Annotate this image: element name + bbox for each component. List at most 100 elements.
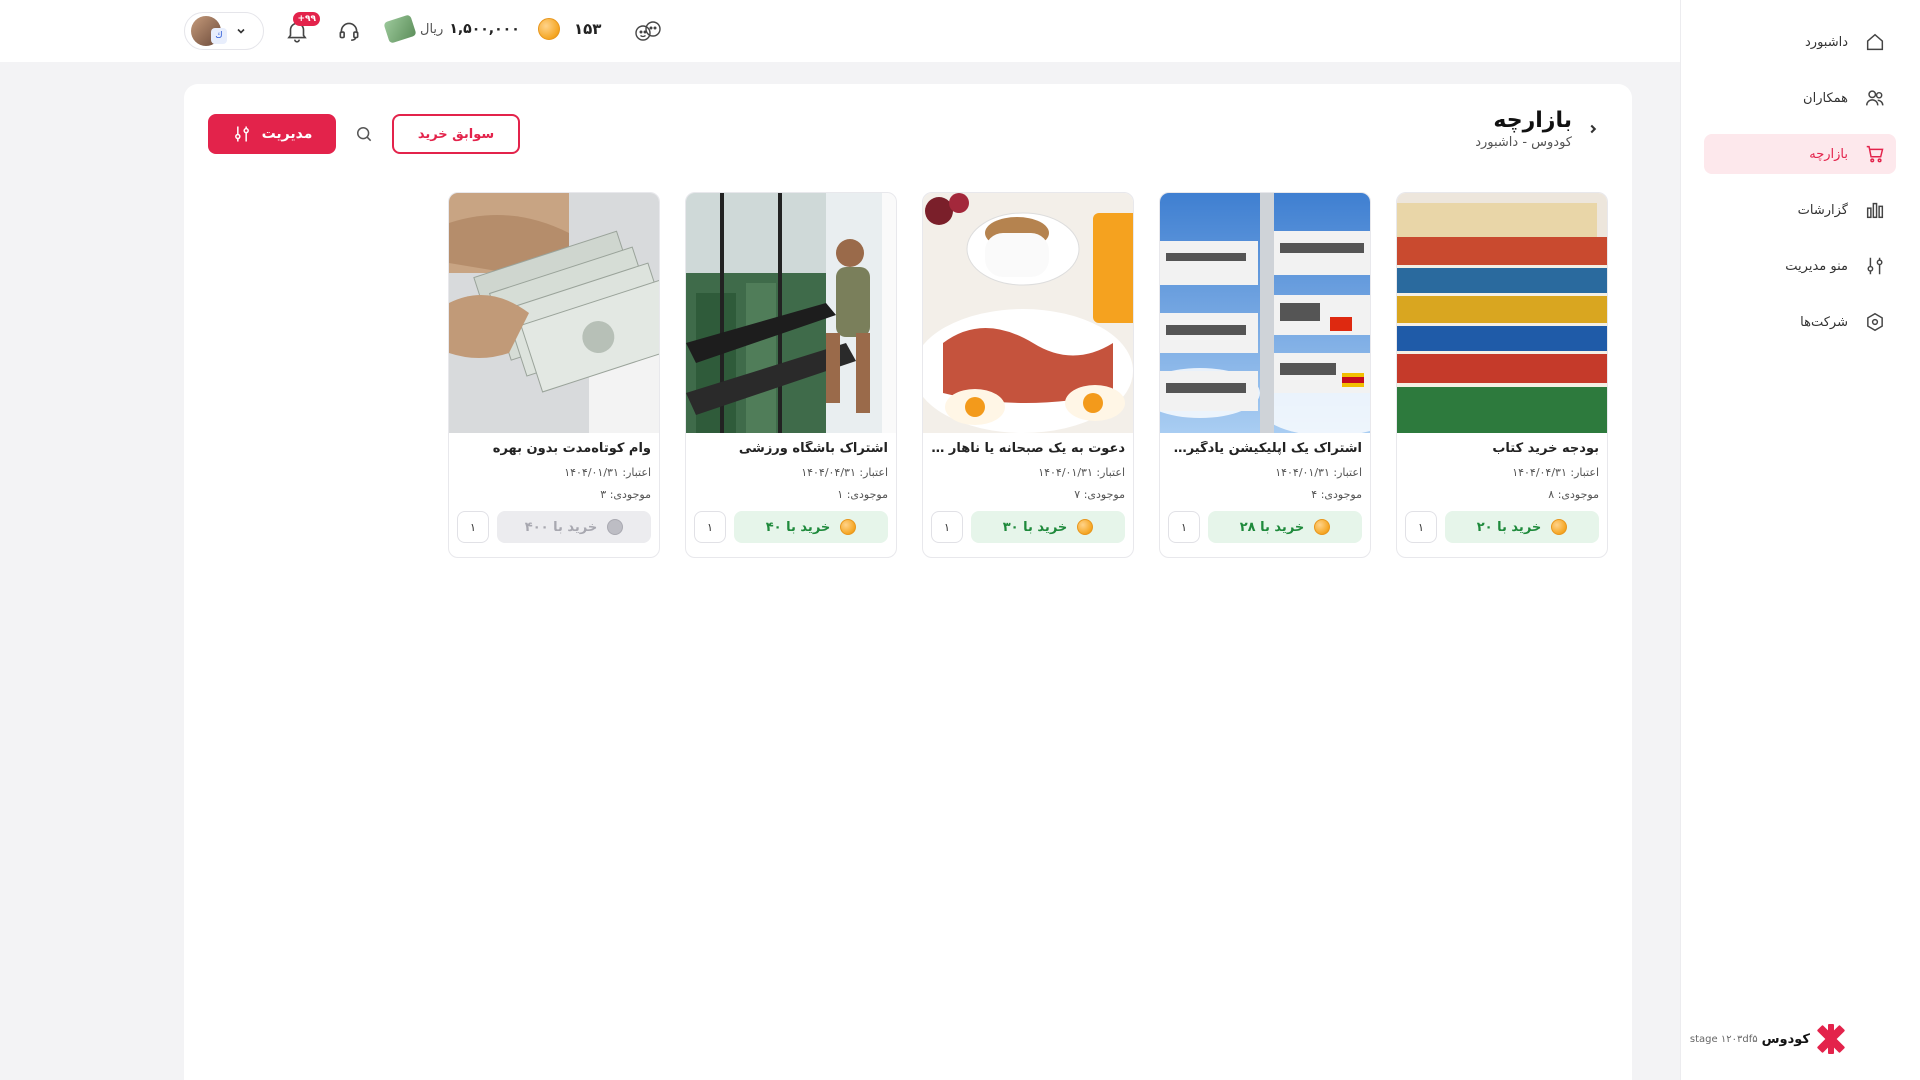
product-validity: اعتبار: ۱۴۰۴/۰۱/۳۱ [1275,466,1362,479]
product-image-language-signpost [1160,193,1370,433]
avatar: ك [191,16,227,46]
sidebar-item-label: داشبورد [1805,34,1848,50]
page-header: بازارچه کودوس - داشبورد [1475,108,1600,150]
quantity-selector[interactable]: ۱ [457,511,489,543]
notifications-button[interactable]: +۹۹ [284,12,320,44]
product-info: اشتراک باشگاه ورزشی اعتبار: ۱۴۰۴/۰۴/۳۱ م… [686,433,896,501]
topbar: ك +۹۹ ریال ۱,۵۰۰,۰۰۰ ۱۵۳ [0,0,1680,62]
product-stock: موجودی: ۸ [1548,488,1599,501]
chevron-down-icon [237,28,245,34]
product-footer: خرید با ۲۸ ۱ [1160,503,1370,551]
product-name: اشتراک یک اپلیکیشن یادگیری زبان [1168,441,1362,456]
hexagon-icon [1867,312,1883,332]
sidebar-item-label: همکاران [1803,90,1848,106]
brand-name: کودوس [1761,1031,1810,1047]
sidebar-item-label: منو مدیریت [1785,258,1848,274]
wallet-unit: ریال [420,21,444,37]
profile-menu[interactable]: ك [184,12,264,50]
home-icon [1866,33,1884,51]
buy-button-label: خرید با ۲۸ [1239,519,1305,535]
buy-button[interactable]: خرید با ۲۰ [1445,511,1599,543]
search-icon[interactable] [354,124,374,144]
product-image-gym-treadmill [686,193,896,433]
mood-button[interactable] [634,18,661,44]
coin-icon [1077,519,1094,535]
product-validity: اعتبار: ۱۴۰۴/۰۱/۳۱ [1038,466,1125,479]
sliders-icon [1867,257,1883,275]
product-stock: موجودی: ۱ [837,488,888,501]
headset-icon [339,22,359,42]
notification-count-badge: +۹۹ [293,12,320,26]
product-footer: خرید با ۲۰ ۱ [1397,503,1607,551]
product-footer: خرید با ۳۰ ۱ [923,503,1133,551]
product-validity: اعتبار: ۱۴۰۴/۰۴/۳۱ [1512,466,1599,479]
buy-button[interactable]: خرید با ۴۰ [734,511,888,543]
sidebar-item-label: بازارچه [1809,146,1848,162]
cart-icon [1866,145,1884,163]
sidebar-item-marketplace[interactable]: بازارچه [1704,134,1896,174]
purchase-history-button[interactable]: سوابق خرید [392,114,520,154]
buy-button-label: خرید با ۴۰۰ [524,519,598,535]
product-card[interactable]: دعوت به یک صبحانه یا ناهار کاری اعتبار: … [922,192,1134,558]
product-name: اشتراک باشگاه ورزشی [738,441,888,456]
product-footer: خرید با ۴۰ ۱ [686,503,896,551]
brand-environment: stage ۱۲۰۳df۵ [1689,1033,1758,1045]
product-name: دعوت به یک صبحانه یا ناهار کاری [931,441,1125,456]
buy-button-label: خرید با ۳۰ [1002,519,1068,535]
manage-button[interactable]: مدیریت [208,114,336,154]
wallet-amount: ۱,۵۰۰,۰۰۰ [449,21,520,37]
product-image-cash-money [449,193,659,433]
product-info: دعوت به یک صبحانه یا ناهار کاری اعتبار: … [923,433,1133,501]
quantity-selector[interactable]: ۱ [694,511,726,543]
chevron-right-icon[interactable] [1586,122,1600,136]
coin-icon [538,18,560,40]
product-name: وام کوتاه‌مدت بدون بهره [492,441,651,456]
quantity-selector[interactable]: ۱ [1405,511,1437,543]
product-footer: خرید با ۴۰۰ ۱ [449,503,659,551]
product-validity: اعتبار: ۱۴۰۴/۰۴/۳۱ [801,466,888,479]
product-card[interactable]: بودجه خرید کتاب اعتبار: ۱۴۰۴/۰۴/۳۱ موجود… [1396,192,1608,558]
product-card[interactable]: اشتراک یک اپلیکیشن یادگیری زبان اعتبار: … [1159,192,1371,558]
money-icon [383,14,417,44]
buy-button-label: خرید با ۲۰ [1476,519,1542,535]
product-info: بودجه خرید کتاب اعتبار: ۱۴۰۴/۰۴/۳۱ موجود… [1397,433,1607,501]
sidebar: داشبورد همکاران بازارچه گزارشات منو مدیر… [1680,0,1920,1080]
sidebar-item-dashboard[interactable]: داشبورد [1704,22,1896,62]
sliders-icon [234,126,249,142]
product-card[interactable]: اشتراک باشگاه ورزشی اعتبار: ۱۴۰۴/۰۴/۳۱ م… [685,192,897,558]
bar-chart-icon [1866,202,1884,219]
page-actions: مدیریت سوابق خرید [208,114,520,154]
page-title: بازارچه [1493,108,1572,133]
sidebar-item-management-menu[interactable]: منو مدیریت [1704,246,1896,286]
quantity-selector[interactable]: ۱ [1168,511,1200,543]
coin-icon [1314,519,1331,535]
faces-icon [635,21,661,41]
product-name: بودجه خرید کتاب [1492,441,1599,456]
kudos-logo-icon [1817,1024,1845,1054]
company-badge-icon: ك [211,28,227,44]
sidebar-item-companies[interactable]: شرکت‌ها [1704,302,1896,342]
users-icon [1866,90,1884,106]
product-info: اشتراک یک اپلیکیشن یادگیری زبان اعتبار: … [1160,433,1370,501]
sidebar-item-colleagues[interactable]: همکاران [1704,78,1896,118]
product-card[interactable]: وام کوتاه‌مدت بدون بهره اعتبار: ۱۴۰۴/۰۱/… [448,192,660,558]
support-button[interactable] [336,18,362,44]
product-stock: موجودی: ۳ [600,488,651,501]
buy-button[interactable]: خرید با ۲۸ [1208,511,1362,543]
sidebar-item-label: گزارشات [1797,202,1848,218]
wallet-balance: ریال ۱,۵۰۰,۰۰۰ [383,14,520,44]
sidebar-item-label: شرکت‌ها [1800,314,1848,330]
coin-icon [840,519,857,535]
buy-button[interactable]: خرید با ۴۰۰ [497,511,651,543]
coin-balance: ۱۵۳ [538,18,601,40]
coin-icon [1551,519,1568,535]
page-titles: بازارچه کودوس - داشبورد [1475,108,1572,150]
main-content: بازارچه کودوس - داشبورد مدیریت سوابق خری… [184,84,1632,1080]
quantity-selector[interactable]: ۱ [931,511,963,543]
product-stock: موجودی: ۴ [1311,488,1362,501]
product-info: وام کوتاه‌مدت بدون بهره اعتبار: ۱۴۰۴/۰۱/… [449,433,659,501]
product-image-breakfast [923,193,1133,433]
buy-button[interactable]: خرید با ۳۰ [971,511,1125,543]
sidebar-item-reports[interactable]: گزارشات [1704,190,1896,230]
product-validity: اعتبار: ۱۴۰۴/۰۱/۳۱ [564,466,651,479]
